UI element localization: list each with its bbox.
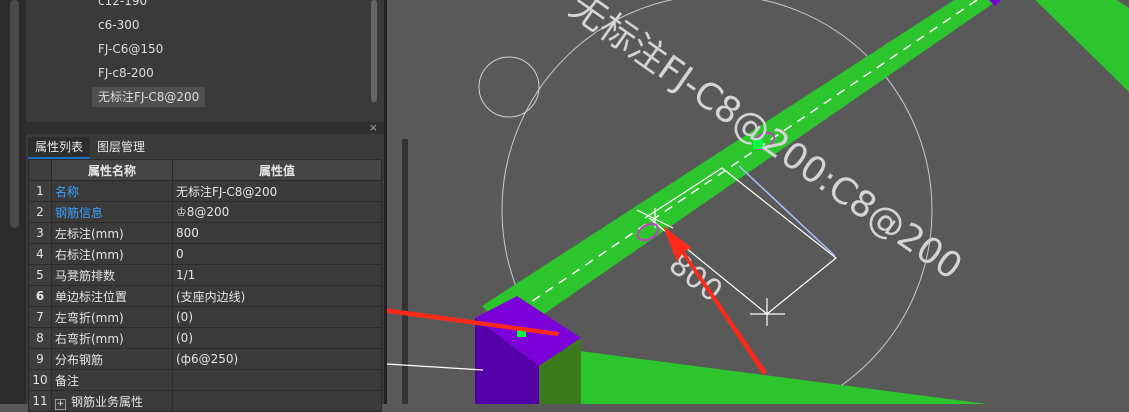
property-table: 属性名称 属性值 1 名称 无标注FJ-C8@200 2 钢筋信息 ♔8@200… [28,159,382,412]
property-name: 分布钢筋 [51,348,173,370]
header-index-cell [28,159,52,181]
table-row[interactable]: 6 单边标注位置 (支座内边线) [28,285,382,307]
panel-separator [26,122,384,134]
row-index: 10 [28,369,52,391]
tree-item[interactable]: c6-300 [98,15,139,35]
dimension-label[interactable]: 800 [662,247,729,310]
slab-strip-bottom[interactable] [537,350,987,404]
row-index: 3 [28,222,52,244]
rebar-tree: c12-190 c6-300 FJ-C6@150 FJ-c8-200 无标注FJ… [26,0,384,122]
dimension-line-bottom [387,363,484,371]
table-row[interactable]: 5 马凳筋排数 1/1 [28,264,382,286]
property-value[interactable] [172,369,382,391]
tree-item[interactable]: FJ-c8-200 [98,63,154,83]
row-index: 1 [28,180,52,202]
row-index: 4 [28,243,52,265]
row-index: 9 [28,348,52,370]
expand-icon[interactable]: + [55,398,66,410]
row-index: 8 [28,327,52,349]
property-value[interactable]: (ф6@250) [172,348,382,370]
table-row[interactable]: 3 左标注(mm) 800 [28,222,382,244]
property-value[interactable]: (0) [172,327,382,349]
property-value[interactable]: (支座内边线) [172,285,382,307]
left-scrollbar[interactable] [10,0,19,228]
property-value[interactable]: 1/1 [172,264,382,286]
table-row[interactable]: 4 右标注(mm) 0 [28,243,382,265]
row-index: 6 [28,285,52,307]
property-name: 单边标注位置 [51,285,173,307]
arrow-to-grip [663,226,767,375]
row-index: 2 [28,201,52,223]
slab-strip-right[interactable] [1015,0,1129,92]
tab-layer-management[interactable]: 图层管理 [90,137,153,157]
property-name: 左弯折(mm) [51,306,173,328]
table-header-row: 属性名称 属性值 [28,159,382,181]
property-name: 右弯折(mm) [51,327,173,349]
property-group-name[interactable]: + 钢筋业务属性 [51,390,173,412]
property-name: 马凳筋排数 [51,264,173,286]
property-name: 左标注(mm) [51,222,173,244]
tree-scrollbar[interactable] [371,0,377,102]
header-property-value: 属性值 [172,159,382,181]
tab-property-list[interactable]: 属性列表 [28,137,91,159]
property-value[interactable]: ♔8@200 [172,201,382,223]
cad-canvas[interactable]: 无标注FJ-C8@200:C8@200 800 [387,0,1129,404]
panel-tabs: 属性列表 图层管理 [28,137,153,159]
row-index: 7 [28,306,52,328]
table-row[interactable]: 7 左弯折(mm) (0) [28,306,382,328]
left-panel: c12-190 c6-300 FJ-C6@150 FJ-c8-200 无标注FJ… [26,0,408,412]
tree-item[interactable]: FJ-C6@150 [98,39,163,59]
header-property-name: 属性名称 [51,159,173,181]
tree-item-selected[interactable]: 无标注FJ-C8@200 [92,87,206,107]
tree-item[interactable]: c12-190 [98,0,147,11]
table-row[interactable]: 10 备注 [28,369,382,391]
table-row[interactable]: 8 右弯折(mm) (0) [28,327,382,349]
small-circle [478,56,540,118]
property-value[interactable]: 无标注FJ-C8@200 [172,180,382,202]
property-name: 右标注(mm) [51,243,173,265]
property-value[interactable]: 800 [172,222,382,244]
table-row[interactable]: 9 分布钢筋 (ф6@250) [28,348,382,370]
table-row[interactable]: 11 + 钢筋业务属性 [28,390,382,412]
table-row[interactable]: 2 钢筋信息 ♔8@200 [28,201,382,223]
table-row[interactable]: 1 名称 无标注FJ-C8@200 [28,180,382,202]
property-name: 钢筋信息 [51,201,173,223]
property-value [172,390,382,412]
close-icon[interactable]: × [369,121,378,134]
property-group-label: 钢筋业务属性 [71,394,144,409]
property-name: 备注 [51,369,173,391]
property-value[interactable]: 0 [172,243,382,265]
row-index: 11 [28,390,52,412]
property-name: 名称 [51,180,173,202]
left-toolbar-strip [0,0,26,404]
property-value[interactable]: (0) [172,306,382,328]
row-index: 5 [28,264,52,286]
